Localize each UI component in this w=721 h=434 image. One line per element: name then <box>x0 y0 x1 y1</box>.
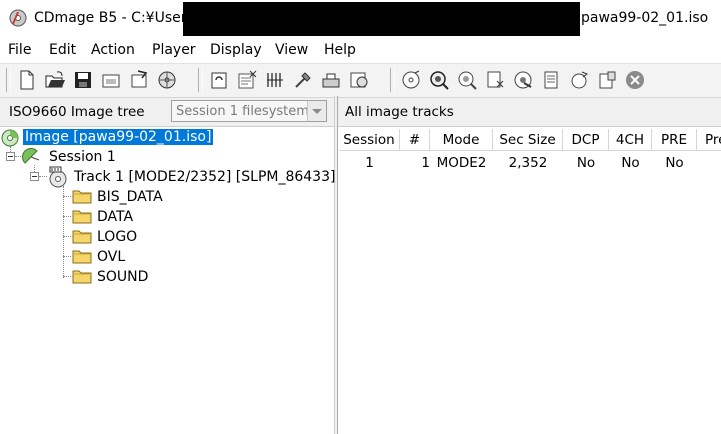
report-icon[interactable] <box>596 69 618 91</box>
column-header-pre-truncated[interactable]: Pre <box>697 129 721 151</box>
window-title-suffix: pawa99-02_01.iso <box>581 10 709 26</box>
cd-image-icon[interactable] <box>1 129 19 151</box>
column-header-dcp[interactable]: DCP <box>563 129 609 151</box>
tree-connector <box>63 186 64 278</box>
collapse-toggle[interactable] <box>30 172 39 181</box>
menu-help[interactable]: Help <box>324 42 356 58</box>
export-icon[interactable] <box>100 69 122 91</box>
column-header-number[interactable]: # <box>400 129 430 151</box>
menu-file[interactable]: File <box>8 42 31 58</box>
tree-folder-bis-data[interactable]: BIS_DATA <box>97 189 163 205</box>
folder-icon <box>72 208 92 224</box>
open-icon[interactable] <box>44 69 66 91</box>
cell-number: 1 <box>421 155 430 171</box>
menu-action[interactable]: Action <box>91 42 135 58</box>
table-header: Session # Mode Sec Size DCP 4CH PRE Pre <box>339 129 721 151</box>
save-icon[interactable] <box>72 69 94 91</box>
folder-icon <box>72 228 92 244</box>
tree-connector <box>63 276 71 277</box>
tree-folder-ovl[interactable]: OVL <box>97 249 125 265</box>
cell-mode: MODE2 <box>436 155 487 171</box>
refresh-icon[interactable] <box>348 69 370 91</box>
session-select-value: Session 1 filesystem <box>176 104 309 119</box>
tree-connector <box>39 176 47 177</box>
tracks-icon[interactable] <box>264 69 286 91</box>
tree-folder-data[interactable]: DATA <box>97 209 133 225</box>
tree-node-image-label: Image [pawa99-02_01.iso] <box>21 128 215 146</box>
menu-view[interactable]: View <box>275 42 308 58</box>
menu-edit[interactable]: Edit <box>49 42 76 58</box>
tracks-panel-title: All image tracks <box>345 104 454 120</box>
search-icon[interactable] <box>428 69 450 91</box>
tree-folder-logo[interactable]: LOGO <box>97 229 137 245</box>
cdmage-app-icon[interactable] <box>8 8 28 28</box>
list-icon[interactable] <box>540 69 562 91</box>
properties-icon[interactable] <box>128 69 150 91</box>
reload-icon[interactable] <box>568 69 590 91</box>
wave-icon[interactable] <box>236 69 258 91</box>
folder-icon <box>72 248 92 264</box>
menu-player[interactable]: Player <box>152 42 196 58</box>
cell-4ch: No <box>621 155 640 171</box>
tree-node-image[interactable]: Image [pawa99-02_01.iso] <box>21 128 215 146</box>
panel-splitter[interactable] <box>334 96 338 434</box>
tree-panel-title: ISO9660 Image tree <box>9 104 145 120</box>
folder-icon <box>72 188 92 204</box>
image-tree: Image [pawa99-02_01.iso] Session 1 Track… <box>0 127 335 434</box>
tree-connector <box>63 236 71 237</box>
tree-connector <box>63 256 71 257</box>
menu-display[interactable]: Display <box>210 42 262 58</box>
session-filesystem-select[interactable]: Session 1 filesystem <box>171 100 327 122</box>
tools-icon[interactable] <box>292 69 314 91</box>
tree-folder-sound[interactable]: SOUND <box>97 269 148 285</box>
column-header-sec-size[interactable]: Sec Size <box>493 129 563 151</box>
cell-session: 1 <box>365 155 374 171</box>
tree-connector <box>63 216 71 217</box>
folder-icon <box>72 268 92 284</box>
column-header-session[interactable]: Session <box>339 129 400 151</box>
track-disc-icon <box>47 166 69 192</box>
convert-icon[interactable] <box>208 69 230 91</box>
column-header-mode[interactable]: Mode <box>430 129 493 151</box>
tree-node-track[interactable]: Track 1 [MODE2/2352] [SLPM_86433] <box>74 169 335 185</box>
tree-connector <box>63 196 71 197</box>
chevron-down-icon[interactable] <box>307 101 326 121</box>
new-icon[interactable] <box>16 69 38 91</box>
redacted-path-block <box>183 2 580 36</box>
toolbar <box>0 63 721 98</box>
column-header-pre[interactable]: PRE <box>652 129 697 151</box>
search-next-icon[interactable] <box>456 69 478 91</box>
cell-sec-size: 2,352 <box>508 155 548 171</box>
play-icon[interactable] <box>512 69 534 91</box>
cell-pre: No <box>665 155 684 171</box>
scan-icon[interactable] <box>156 69 178 91</box>
column-header-4ch[interactable]: 4CH <box>609 129 652 151</box>
window-title-prefix: CDmage B5 - C:¥Users <box>34 10 194 26</box>
toolbar-grip[interactable] <box>390 68 395 92</box>
stop-icon[interactable] <box>624 69 646 91</box>
write-icon[interactable] <box>320 69 342 91</box>
session-icon <box>22 148 40 170</box>
tracks-table: Session # Mode Sec Size DCP 4CH PRE Pre … <box>339 127 721 434</box>
extract-icon[interactable] <box>484 69 506 91</box>
title-bar: CDmage B5 - C:¥Users pawa99-02_01.iso <box>0 0 721 38</box>
toolbar-grip[interactable] <box>6 68 11 92</box>
disc-icon[interactable] <box>400 69 422 91</box>
cell-dcp: No <box>576 155 596 171</box>
tracks-panel-header: All image tracks <box>338 98 721 127</box>
collapse-toggle[interactable] <box>6 152 15 161</box>
toolbar-grip[interactable] <box>198 68 203 92</box>
menu-bar: File Edit Action Player Display View Hel… <box>0 38 721 62</box>
tree-node-session[interactable]: Session 1 <box>49 149 116 165</box>
